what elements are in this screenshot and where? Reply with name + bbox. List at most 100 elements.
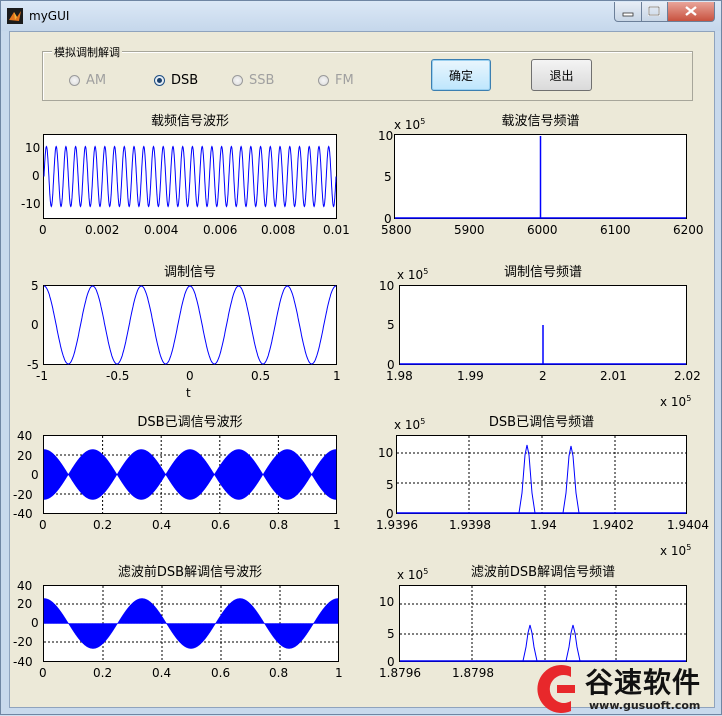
x-axis-label: t [186, 386, 191, 400]
y-tick-label: 10 [378, 446, 394, 460]
y-tick-label: 20 [17, 597, 33, 611]
maximize-icon [648, 6, 660, 16]
dsb-wave-axes[interactable] [43, 435, 337, 514]
y-tick-label: 10 [379, 595, 395, 609]
modulating-wave-title: 调制信号 [163, 265, 216, 280]
x-tick-label: 0 [39, 223, 47, 237]
x-tick-label: 0.2 [93, 666, 113, 680]
y-tick-label: 40 [17, 429, 33, 443]
x-tick-label: 1.99 [457, 369, 484, 383]
maximize-button[interactable] [641, 2, 668, 22]
x-tick-label: -1 [36, 369, 48, 383]
x-tick-label: 1.9398 [449, 518, 491, 532]
x-tick-label: 1 [333, 518, 341, 532]
carrier-spectrum-title: 载波信号频谱 [501, 114, 580, 129]
exit-button[interactable]: 退出 [531, 59, 592, 91]
demod-spectrum-axes[interactable] [399, 585, 687, 662]
y-tick-label: 5 [387, 318, 395, 332]
watermark-url: www.gusuoft.com [589, 699, 701, 712]
y-exponent-label: x 105 [397, 567, 429, 582]
radio-ssb[interactable]: SSB [232, 72, 274, 88]
x-tick-label: 1.9402 [592, 518, 634, 532]
modulating-spectrum-axes[interactable] [399, 285, 687, 365]
x-tick-label: 2.01 [600, 369, 627, 383]
y-tick-label: 10 [379, 279, 395, 293]
x-tick-label: 1 [333, 369, 341, 383]
confirm-button[interactable]: 确定 [431, 59, 491, 91]
x-tick-label: 1 [335, 666, 343, 680]
x-tick-label: -0.5 [106, 369, 130, 383]
x-tick-label: 0.8 [269, 666, 289, 680]
watermark-name: 谷速软件 [585, 666, 702, 699]
x-tick-label: 0.6 [211, 518, 231, 532]
x-tick-label: 5900 [454, 223, 485, 237]
radio-label: FM [335, 72, 354, 88]
y-tick-label: 10 [378, 129, 394, 143]
y-tick-label: -20 [13, 635, 33, 649]
x-tick-label: 1.94 [530, 518, 557, 532]
x-tick-label: 0 [39, 666, 47, 680]
radio-dsb[interactable]: DSB [154, 72, 198, 88]
dsb-spectrum-title: DSB已调信号频谱 [488, 415, 595, 430]
x-tick-label: 0.002 [85, 223, 120, 237]
x-tick-label: 0.5 [251, 369, 271, 383]
application-window: myGUI 模拟调制解调 AM DSB SSB FM 确定 退出 载频信号波形 … [0, 0, 722, 715]
y-tick-label: 20 [17, 449, 33, 463]
radio-am[interactable]: AM [69, 72, 106, 88]
demod-wave-axes[interactable] [43, 585, 339, 662]
dsb-wave-title: DSB已调信号波形 [137, 415, 243, 430]
x-tick-label: 1.9404 [667, 518, 709, 532]
y-tick-label: 10 [25, 141, 41, 155]
y-tick-label: -10 [21, 197, 41, 211]
radio-fm[interactable]: FM [318, 72, 354, 88]
x-tick-label: 0.004 [144, 223, 179, 237]
demod-wave-title: 滤波前DSB解调信号波形 [117, 565, 263, 580]
minimize-icon [622, 12, 634, 17]
x-tick-label: 1.8796 [379, 666, 421, 680]
x-tick-label: 2 [539, 369, 547, 383]
y-exponent-label: x 105 [394, 117, 426, 132]
x-tick-label: 6200 [673, 223, 704, 237]
minimize-button[interactable] [614, 2, 642, 22]
x-tick-label: 0 [186, 369, 194, 383]
carrier-wave-axes[interactable] [43, 134, 337, 219]
x-tick-label: 5800 [381, 223, 412, 237]
x-tick-label: 0.8 [269, 518, 289, 532]
x-exponent-label: x 105 [660, 394, 692, 409]
radio-circle-icon [318, 74, 329, 86]
close-window-button[interactable] [667, 2, 715, 22]
x-tick-label: 0.4 [152, 518, 172, 532]
demod-spectrum-title: 滤波前DSB解调信号频谱 [470, 565, 616, 580]
carrier-spectrum-axes[interactable] [394, 134, 687, 219]
radio-circle-icon [69, 74, 80, 86]
y-tick-label: 40 [17, 579, 33, 593]
modulation-button-group [42, 51, 693, 101]
x-tick-label: 0.6 [211, 666, 231, 680]
y-exponent-label: x 105 [394, 417, 426, 432]
x-tick-label: 0 [39, 518, 47, 532]
y-tick-label: 0 [32, 169, 40, 183]
y-tick-label: -20 [13, 488, 33, 502]
dsb-spectrum-axes[interactable] [396, 435, 687, 514]
x-tick-label: 1.9396 [376, 518, 418, 532]
y-tick-label: -40 [13, 507, 33, 521]
x-tick-label: 0.4 [152, 666, 172, 680]
panel-title: 模拟调制解调 [52, 44, 122, 60]
close-icon [685, 6, 697, 16]
y-tick-label: 0 [31, 318, 39, 332]
x-tick-label: 2.02 [674, 369, 701, 383]
y-tick-label: 5 [387, 627, 395, 641]
x-tick-label: 0.01 [323, 223, 350, 237]
radio-circle-icon [154, 74, 165, 86]
y-tick-label: 0 [31, 616, 39, 630]
x-tick-label: 0.2 [93, 518, 113, 532]
modulating-spectrum-title: 调制信号频谱 [503, 265, 582, 280]
radio-label: AM [86, 72, 107, 88]
y-tick-label: 5 [31, 279, 39, 293]
modulating-wave-axes[interactable] [43, 285, 337, 365]
x-tick-label: 1.98 [386, 369, 413, 383]
y-tick-label: 0 [31, 468, 39, 482]
window-title: myGUI [29, 9, 70, 23]
y-tick-label: -40 [13, 655, 33, 669]
title-bar[interactable]: myGUI [1, 1, 721, 31]
